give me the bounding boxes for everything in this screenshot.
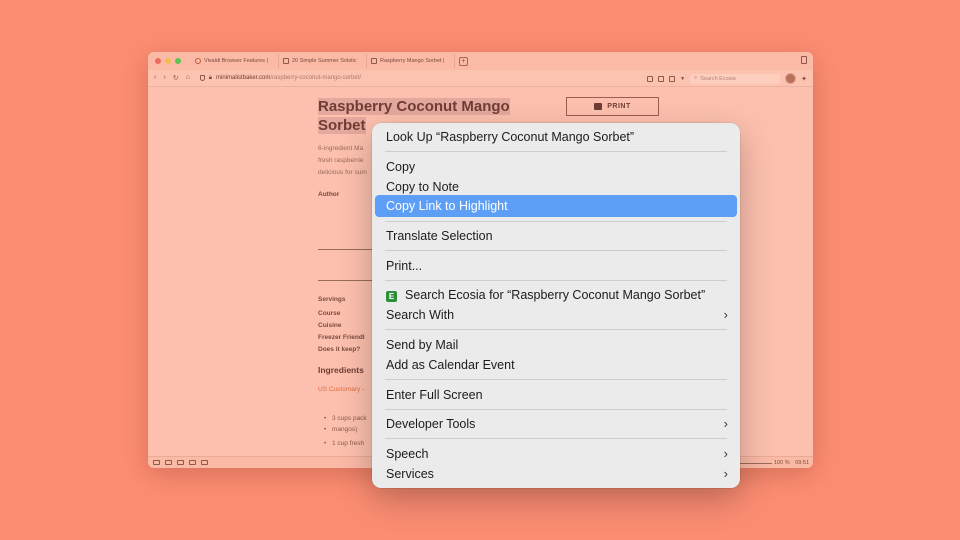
menu-item-copy-to-note[interactable]: Copy to Note xyxy=(386,178,459,196)
shield-icon[interactable] xyxy=(199,75,205,81)
address-bar: ‹ › ↻ ⌂ 🔒︎ minimalistbaker.com/raspberry… xyxy=(148,70,813,87)
url-path: /raspberry-coconut-mango-sorbet/ xyxy=(270,75,362,81)
tab-bar: Vivaldi Browser Features | 20 Simple Sum… xyxy=(148,52,813,70)
search-placeholder: Search Ecosia xyxy=(700,75,736,82)
menu-item-copy[interactable]: Copy xyxy=(386,158,415,176)
meta-course: Course xyxy=(318,310,341,317)
menu-item-developer-tools[interactable]: Developer Tools xyxy=(386,415,475,433)
printer-icon xyxy=(594,103,603,110)
ingredient-item: 3 cups pack xyxy=(324,413,367,424)
menu-item-speech[interactable]: Speech xyxy=(386,445,428,463)
page-favicon-icon xyxy=(283,58,289,64)
menu-separator xyxy=(385,280,727,281)
back-icon[interactable]: ‹ xyxy=(154,74,156,82)
desc-line: 6-ingredient Ma xyxy=(318,145,364,152)
bookmark-icon[interactable] xyxy=(669,75,676,82)
reload-icon[interactable]: ↻ xyxy=(173,74,179,82)
divider xyxy=(318,249,378,250)
tab-label: 20 Simple Summer Solstic xyxy=(292,58,357,64)
recipe-title-line2: Sorbet xyxy=(318,117,366,134)
reader-view-icon[interactable] xyxy=(647,75,654,82)
ingredient-item-cont: mangos) xyxy=(324,424,357,435)
meta-cuisine: Cuisine xyxy=(318,322,342,329)
menu-separator xyxy=(385,379,727,380)
menu-separator xyxy=(385,409,727,410)
desc-line: delicious for sum xyxy=(318,169,367,176)
search-input[interactable]: ⌕ Search Ecosia xyxy=(690,73,781,84)
menu-item-look-up[interactable]: Look Up “Raspberry Coconut Mango Sorbet” xyxy=(386,128,634,146)
tab-label: Vivaldi Browser Features | xyxy=(204,58,268,64)
search-icon: ⌕ xyxy=(694,75,698,81)
desc-line: fresh raspberrie xyxy=(318,157,364,164)
tiling-icon[interactable] xyxy=(189,460,196,465)
menu-item-search-with[interactable]: Search With xyxy=(386,306,454,324)
cloud-icon[interactable] xyxy=(177,460,184,465)
image-icon[interactable] xyxy=(201,460,208,465)
meta-keep: Does it keep? xyxy=(318,346,361,353)
trash-icon[interactable] xyxy=(801,56,807,64)
close-window-button[interactable] xyxy=(155,58,161,64)
zoom-level: 100 % xyxy=(774,460,790,466)
menu-separator xyxy=(385,250,727,251)
menu-separator xyxy=(385,221,727,222)
tab-vivaldi-features[interactable]: Vivaldi Browser Features | xyxy=(191,54,279,68)
chevron-down-icon[interactable]: ▼ xyxy=(680,76,685,82)
search-ecosia-label: Search Ecosia for “Raspberry Coconut Man… xyxy=(405,288,706,302)
menu-item-add-calendar-event[interactable]: Add as Calendar Event xyxy=(386,356,515,374)
lock-icon: 🔒︎ xyxy=(208,74,212,81)
home-icon[interactable]: ⌂ xyxy=(186,74,190,82)
clock: 09:51 xyxy=(795,460,809,466)
ingredients-heading: Ingredients xyxy=(318,365,364,375)
recipe-description: 6-ingredient Ma fresh raspberrie delicio… xyxy=(318,143,378,179)
chevron-right-icon: › xyxy=(723,466,728,481)
meta-servings: Servings xyxy=(318,296,346,303)
menu-item-services[interactable]: Services xyxy=(386,465,434,483)
tab-label: Raspberry Mango Sorbet | xyxy=(380,58,445,64)
author-label: Author xyxy=(318,191,340,198)
divider xyxy=(318,280,378,281)
menu-item-copy-link-to-highlight[interactable]: Copy Link to Highlight xyxy=(375,195,737,217)
new-tab-button[interactable]: + xyxy=(459,56,468,66)
extensions-icon[interactable]: ✦ xyxy=(801,75,807,83)
zoom-slider[interactable] xyxy=(738,463,772,464)
window-controls xyxy=(155,58,181,64)
menu-item-enter-full-screen[interactable]: Enter Full Screen xyxy=(386,386,483,404)
context-menu: Look Up “Raspberry Coconut Mango Sorbet”… xyxy=(372,123,740,488)
notes-icon[interactable] xyxy=(658,75,665,82)
minimize-window-button[interactable] xyxy=(165,58,171,64)
url-host: minimalistbaker.com xyxy=(216,75,271,81)
menu-item-search-ecosia[interactable]: E Search Ecosia for “Raspberry Coconut Ma… xyxy=(386,286,705,304)
panel-toggle-icon[interactable] xyxy=(153,460,160,465)
menu-separator xyxy=(385,438,727,439)
profile-avatar[interactable] xyxy=(785,73,797,84)
chevron-right-icon: › xyxy=(723,416,728,431)
chevron-right-icon: › xyxy=(723,307,728,322)
print-button[interactable]: PRINT xyxy=(566,97,659,116)
ingredient-item: 1 cup fresh xyxy=(324,438,364,449)
zoom-window-button[interactable] xyxy=(175,58,181,64)
tab-summer-solstice[interactable]: 20 Simple Summer Solstic xyxy=(279,54,367,68)
menu-item-print[interactable]: Print... xyxy=(386,257,422,275)
window-icon[interactable] xyxy=(165,460,172,465)
forward-icon[interactable]: › xyxy=(163,74,165,82)
tab-raspberry-sorbet[interactable]: Raspberry Mango Sorbet | xyxy=(367,54,455,68)
url-field[interactable]: 🔒︎ minimalistbaker.com/raspberry-coconut… xyxy=(199,74,362,82)
meta-freezer: Freezer Friendl xyxy=(318,334,365,341)
menu-separator xyxy=(385,329,727,330)
units-toggle[interactable]: US Customary - xyxy=(318,386,364,393)
recipe-title-line1: Raspberry Coconut Mango xyxy=(318,98,510,115)
print-label: PRINT xyxy=(607,103,631,110)
menu-item-send-by-mail[interactable]: Send by Mail xyxy=(386,336,458,354)
vivaldi-favicon-icon xyxy=(195,58,201,64)
page-favicon-icon xyxy=(371,58,377,64)
chevron-right-icon: › xyxy=(723,446,728,461)
menu-separator xyxy=(385,151,727,152)
ecosia-icon: E xyxy=(386,291,397,302)
menu-item-translate-selection[interactable]: Translate Selection xyxy=(386,227,493,245)
